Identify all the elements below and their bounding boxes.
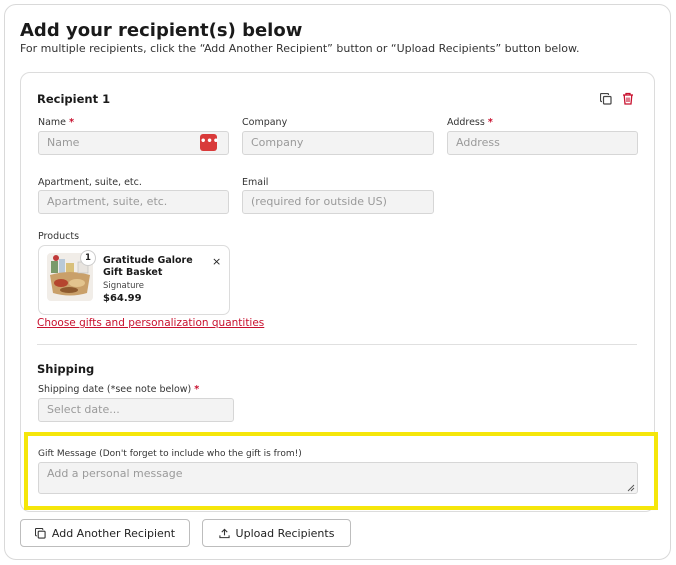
- apartment-input[interactable]: Apartment, suite, etc.: [38, 190, 229, 214]
- address-label: Address *: [447, 117, 493, 128]
- gift-message-label: Gift Message (Don't forget to include wh…: [38, 449, 302, 459]
- copy-icon[interactable]: [600, 93, 612, 105]
- copy-icon: [34, 527, 46, 539]
- add-recipient-button[interactable]: Add Another Recipient: [20, 519, 190, 547]
- product-price: $64.99: [103, 293, 142, 304]
- trash-icon[interactable]: [622, 92, 634, 105]
- recipient-title: Recipient 1: [37, 92, 111, 106]
- page-title: Add your recipient(s) below: [20, 20, 303, 41]
- remove-product-icon[interactable]: ×: [212, 255, 221, 268]
- apartment-label: Apartment, suite, etc.: [38, 177, 142, 188]
- resize-grip-icon[interactable]: [627, 484, 635, 492]
- address-input[interactable]: Address: [447, 131, 638, 155]
- section-divider: [37, 344, 637, 345]
- product-variant: Signature: [103, 281, 145, 291]
- name-label: Name *: [38, 117, 75, 128]
- company-label: Company: [242, 117, 288, 128]
- shipping-date-input[interactable]: Select date...: [38, 398, 234, 422]
- autofill-badge-icon[interactable]: •••: [200, 134, 219, 151]
- upload-recipients-button[interactable]: Upload Recipients: [202, 519, 351, 547]
- page-subtitle: For multiple recipients, click the “Add …: [20, 42, 580, 55]
- email-label: Email: [242, 177, 269, 188]
- add-recipient-label: Add Another Recipient: [51, 526, 176, 540]
- shipping-date-label: Shipping date (*see note below) *: [38, 384, 200, 395]
- upload-recipients-label: Upload Recipients: [235, 526, 335, 540]
- shipping-title: Shipping: [37, 362, 95, 376]
- gift-message-textarea[interactable]: Add a personal message: [38, 462, 638, 494]
- product-name: Gratitude Galore Gift Basket: [103, 255, 193, 278]
- quantity-badge: 1: [80, 250, 96, 266]
- email-input[interactable]: (required for outside US): [242, 190, 434, 214]
- choose-gifts-link[interactable]: Choose gifts and personalization quantit…: [37, 317, 264, 329]
- upload-icon: [218, 528, 230, 538]
- products-label: Products: [38, 231, 80, 242]
- company-input[interactable]: Company: [242, 131, 434, 155]
